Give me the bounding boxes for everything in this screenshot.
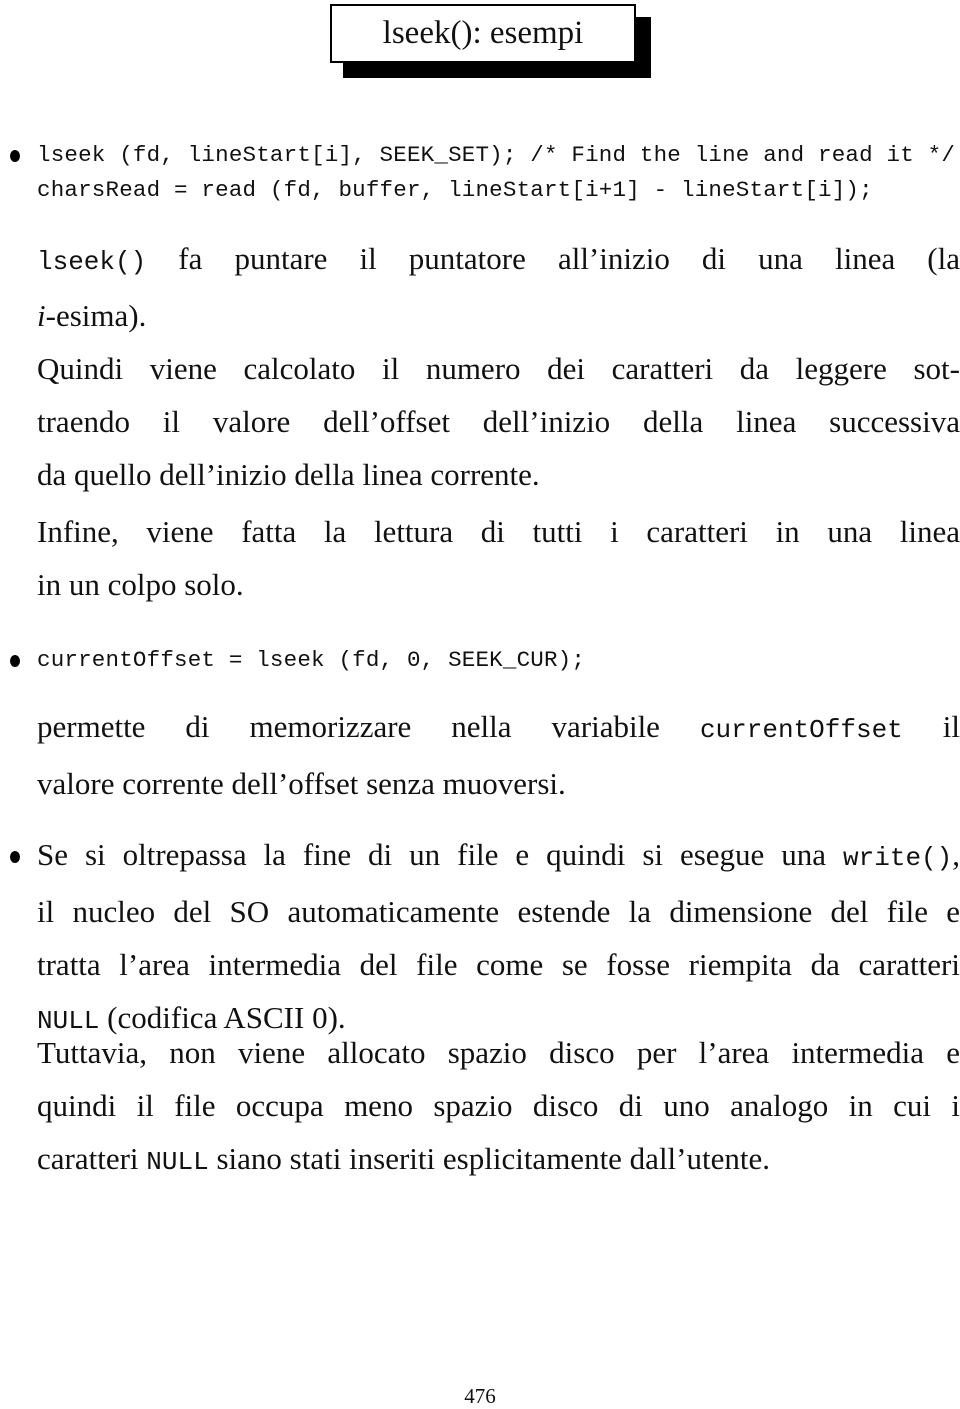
text-line: in un colpo solo.: [37, 567, 244, 602]
text-line: quindi il file occupa meno spazio disco …: [37, 1088, 960, 1123]
slide-title: lseek(): esempi: [330, 4, 651, 78]
text-line: traendo il valore dell’offset dell’inizi…: [37, 404, 960, 439]
text-line: lseek() fa puntare il puntatore all’iniz…: [37, 241, 960, 277]
inline-code: lseek(): [37, 247, 147, 277]
inline-code: NULL: [146, 1147, 209, 1177]
page-number: 476: [464, 1384, 496, 1408]
bullet-icon: [10, 851, 20, 863]
inline-code: write(): [843, 843, 953, 873]
text-line: il nucleo del SO automaticamente estende…: [37, 894, 960, 929]
text-line: Tuttavia, non viene allocato spazio disc…: [37, 1035, 960, 1070]
paragraph: permette di memorizzare nella variabile …: [37, 700, 960, 810]
code-line: lseek (fd, lineStart[i], SEEK_SET); /* F…: [37, 142, 956, 168]
text-line: valore corrente dell’offset senza muover…: [37, 766, 566, 801]
code-line: currentOffset = lseek (fd, 0, SEEK_CUR);: [37, 647, 586, 673]
text-line: permette di memorizzare nella variabile …: [37, 709, 960, 745]
title-text: lseek(): esempi: [382, 15, 584, 51]
bullet-icon: [10, 150, 20, 162]
paragraph: Quindi viene calcolato il numero dei car…: [37, 342, 960, 501]
text-line: tratta l’area intermedia del file come s…: [37, 947, 960, 982]
paragraph: Se si oltrepassa la fine di un file e qu…: [37, 828, 960, 1048]
text-line: Infine, viene fatta la lettura di tutti …: [37, 514, 960, 549]
text-line: da quello dell’inizio della linea corren…: [37, 457, 540, 492]
title-box: lseek(): esempi: [330, 4, 636, 63]
paragraph: lseek() fa puntare il puntatore all’iniz…: [37, 232, 960, 342]
paragraph: Infine, viene fatta la lettura di tutti …: [37, 505, 960, 611]
inline-code: currentOffset: [699, 715, 903, 745]
text-line: i-esima).: [37, 298, 147, 333]
text-line: Quindi viene calcolato il numero dei car…: [37, 351, 960, 386]
code-line: charsRead = read (fd, buffer, lineStart[…: [37, 177, 873, 203]
text-line: caratteri NULL siano stati inseriti espl…: [37, 1141, 770, 1177]
bullet-icon: [10, 655, 20, 667]
paragraph: Tuttavia, non viene allocato spazio disc…: [37, 1026, 960, 1189]
text-line: Se si oltrepassa la fine di un file e qu…: [37, 837, 960, 873]
